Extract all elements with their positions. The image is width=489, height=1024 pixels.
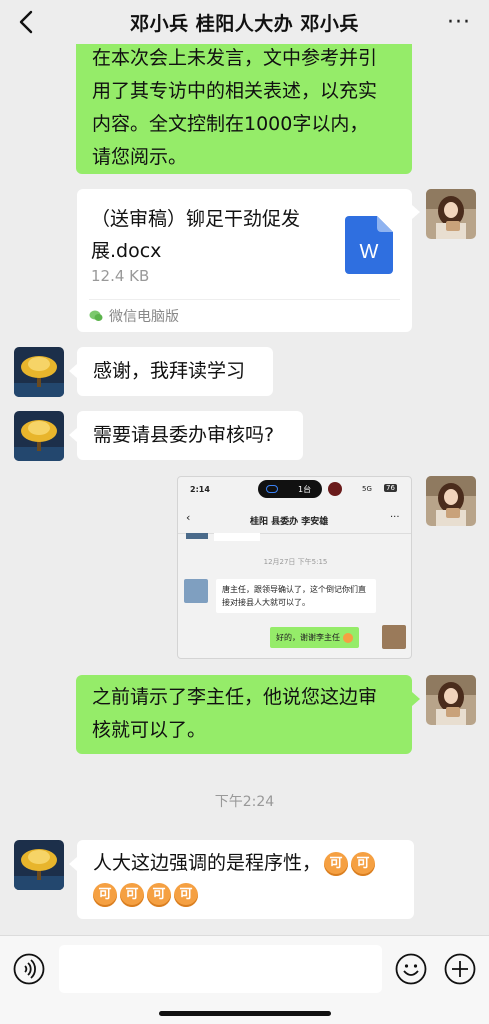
more-dots-icon[interactable]: ··· — [447, 10, 471, 35]
message-bubble-received[interactable]: 感谢，我拜读学习 — [77, 347, 273, 396]
plus-icon[interactable] — [444, 953, 476, 985]
emoji-ke-icon: 可 — [351, 851, 376, 876]
word-file-icon: W — [345, 216, 393, 274]
message-bubble-received[interactable]: 人大这边强调的是程序性，可可 可可可可 — [77, 840, 414, 919]
message-input[interactable] — [59, 945, 382, 993]
shot-app-icon — [328, 482, 342, 496]
file-size: 12.4 KB — [91, 267, 150, 285]
emoji-ke-icon: 可 — [120, 882, 144, 907]
contact-avatar[interactable] — [14, 840, 64, 890]
shot-timestamp: 12月27日 下午5:15 — [263, 558, 328, 566]
message-line: 可可可可 — [90, 879, 404, 910]
message-line: 在本次会上未发言，文中参考并引 — [92, 47, 378, 69]
file-message-card[interactable]: （送审稿）铆足干劲促发展.docx 12.4 KB W 微信电脑版 — [77, 189, 412, 332]
voice-icon[interactable] — [13, 953, 45, 985]
message-text: 需要请县委办审核吗? — [93, 424, 275, 446]
shot-prev-bubble — [214, 533, 260, 541]
message-line: 用了其专访中的相关表述，以充实 — [92, 80, 378, 102]
home-indicator — [159, 1011, 331, 1016]
file-source: 微信电脑版 — [109, 309, 179, 325]
bubble-tail — [69, 428, 77, 442]
shot-title: 桂阳 县委办 李安雄 — [250, 517, 329, 527]
shot-dynamic-island: 1台 — [258, 480, 322, 498]
message-line: 之前请示了李主任，他说您这边审 — [92, 686, 378, 708]
shot-status-battery: 76 — [384, 484, 397, 492]
message-text: 人大这边强调的是程序性， — [93, 852, 322, 874]
shot-island-icon — [266, 485, 278, 493]
bubble-tail — [412, 205, 420, 219]
emoji-ke-icon: 可 — [324, 851, 349, 876]
emoji-ke-icon: 可 — [147, 882, 171, 907]
shot-my-avatar — [382, 625, 406, 649]
message-text: 感谢，我拜读学习 — [93, 360, 246, 382]
shot-status-signal: 5G — [362, 485, 372, 493]
contact-avatar[interactable] — [14, 347, 64, 397]
shot-right-text: 好的，谢谢李主任 — [276, 633, 340, 642]
wechat-icon — [89, 310, 103, 321]
file-name: （送审稿）铆足干劲促发展.docx — [91, 208, 301, 262]
message-bubble-sent[interactable]: 之前请示了李主任，他说您这边审 核就可以了。 — [76, 675, 412, 754]
bubble-tail — [412, 692, 420, 706]
emoji-icon[interactable] — [395, 953, 427, 985]
my-avatar[interactable] — [426, 189, 476, 239]
image-message[interactable]: 2:14 1台 5G 76 ‹ 桂阳 县委办 李安雄 ··· 12月27日 下午… — [177, 476, 412, 659]
emoji-ke-icon: 可 — [93, 882, 117, 907]
chevron-left-icon[interactable] — [14, 8, 40, 36]
shot-back-icon: ‹ — [186, 511, 191, 524]
message-line: 内容。全文控制在1000字以内， — [92, 113, 369, 135]
shot-island-text: 1台 — [298, 485, 312, 494]
bubble-tail — [69, 857, 77, 871]
message-bubble-sent[interactable]: 在本次会上未发言，文中参考并引 用了其专访中的相关表述，以充实 内容。全文控制在… — [76, 38, 412, 174]
emoji-ke-icon: 可 — [174, 882, 198, 907]
chat-header: 邓小兵 桂阳人大办 邓小兵 ··· — [0, 0, 489, 44]
timestamp-divider: 下午2:24 — [214, 794, 275, 810]
contact-avatar[interactable] — [14, 411, 64, 461]
divider — [89, 299, 400, 300]
message-line: 人大这边强调的是程序性，可可 — [93, 848, 404, 879]
shot-status-time: 2:14 — [190, 485, 210, 494]
my-avatar[interactable] — [426, 476, 476, 526]
bubble-tail — [69, 364, 77, 378]
shot-more-icon: ··· — [390, 512, 400, 523]
shot-prev-avatar — [186, 533, 208, 539]
shot-emoji-icon — [342, 632, 353, 643]
shot-contact-avatar — [184, 579, 208, 603]
shot-left-bubble: 唐主任，跟领导确认了，这个倒记你们直接对接县人大就可以了。 — [216, 579, 376, 613]
message-line: 请您阅示。 — [92, 146, 188, 168]
message-line: 核就可以了。 — [92, 719, 207, 741]
chat-title: 邓小兵 桂阳人大办 邓小兵 — [130, 12, 359, 35]
svg-text:W: W — [360, 241, 379, 263]
shot-right-bubble: 好的，谢谢李主任 — [270, 627, 359, 648]
my-avatar[interactable] — [426, 675, 476, 725]
message-bubble-received[interactable]: 需要请县委办审核吗? — [77, 411, 303, 460]
